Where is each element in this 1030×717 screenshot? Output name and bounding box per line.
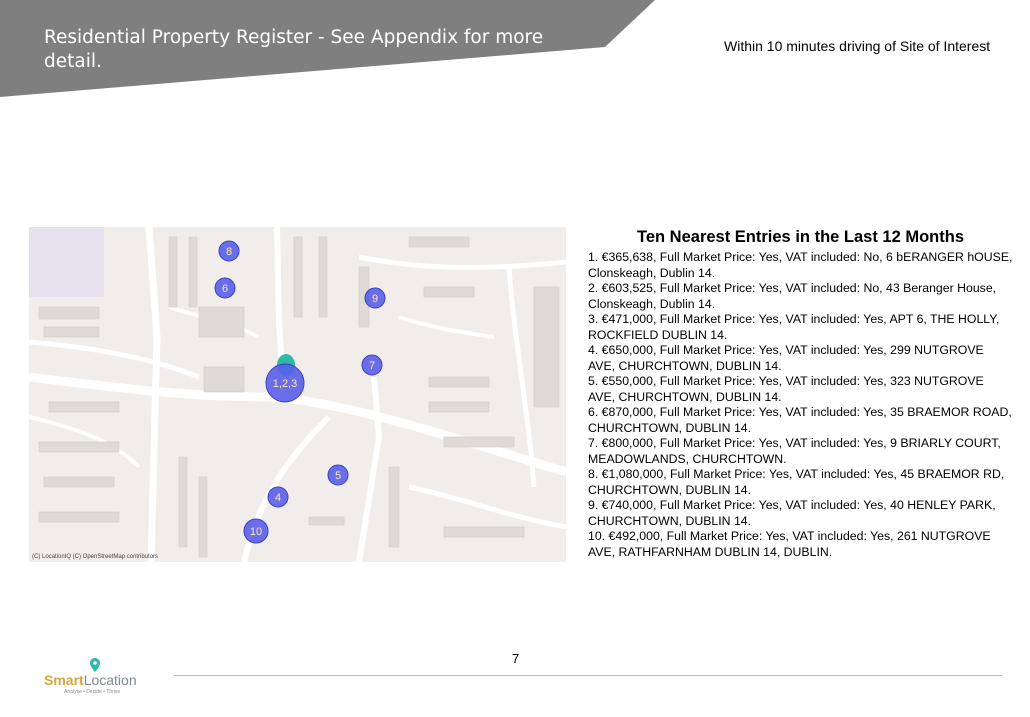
entry-1: 1. €365,638, Full Market Price: Yes, VAT… <box>588 250 1013 280</box>
marker-label: 5 <box>335 470 341 482</box>
page-number: 7 <box>512 651 520 666</box>
entry-7: 7. €800,000, Full Market Price: Yes, VAT… <box>588 436 1001 466</box>
location-pin-icon <box>90 658 100 672</box>
map-canvas: 1,2,3 4 5 6 7 8 9 10 <box>29 227 566 562</box>
map-marker-10[interactable]: 10 <box>243 518 269 544</box>
marker-label: 10 <box>250 526 262 538</box>
entries-panel: Ten Nearest Entries in the Last 12 Month… <box>588 226 1013 560</box>
entry-4: 4. €650,000, Full Market Price: Yes, VAT… <box>588 343 984 373</box>
entry-9: 9. €740,000, Full Market Price: Yes, VAT… <box>588 498 996 528</box>
entry-8: 8. €1,080,000, Full Market Price: Yes, V… <box>588 467 1005 497</box>
entry-6: 6. €870,000, Full Market Price: Yes, VAT… <box>588 405 1012 435</box>
marker-label: 9 <box>372 293 378 305</box>
entry-10: 10. €492,000, Full Market Price: Yes, VA… <box>588 529 991 559</box>
map-marker-4[interactable]: 4 <box>267 486 289 508</box>
page-subtitle: Within 10 minutes driving of Site of Int… <box>724 38 991 54</box>
smartlocation-logo: SmartLocation Analyse • Decide • Thrive <box>44 658 154 698</box>
marker-label: 6 <box>222 283 228 295</box>
entries-title: Ten Nearest Entries in the Last 12 Month… <box>636 228 965 246</box>
marker-label: 1,2,3 <box>273 378 297 390</box>
entry-5: 5. €550,000, Full Market Price: Yes, VAT… <box>588 374 984 404</box>
map-marker-9[interactable]: 9 <box>364 287 386 309</box>
page-title: Residential Property Register - See Appe… <box>44 27 544 72</box>
logo-wordmark: SmartLocation <box>44 672 137 688</box>
map-marker-5[interactable]: 5 <box>327 464 349 486</box>
map-attribution: (C) LocationIQ (C) OpenStreetMap contrib… <box>32 554 159 560</box>
map-marker-7[interactable]: 7 <box>361 354 383 376</box>
map-marker-6[interactable]: 6 <box>214 277 236 299</box>
map[interactable]: 1,2,3 4 5 6 7 8 9 10 (C) LocationIQ (C) OpenStr… <box>29 227 566 562</box>
entry-2: 2. €603,525, Full Market Price: Yes, VAT… <box>588 281 997 311</box>
logo-tagline: Analyse • Decide • Thrive <box>64 689 121 695</box>
footer-divider <box>174 675 1002 676</box>
map-marker-1-2-3[interactable]: 1,2,3 <box>265 363 305 403</box>
entry-3: 3. €471,000, Full Market Price: Yes, VAT… <box>588 312 1000 342</box>
marker-label: 7 <box>369 360 375 372</box>
map-marker-8[interactable]: 8 <box>218 240 240 262</box>
map-park-area <box>29 227 104 297</box>
marker-label: 8 <box>226 246 232 258</box>
marker-label: 4 <box>275 492 281 504</box>
